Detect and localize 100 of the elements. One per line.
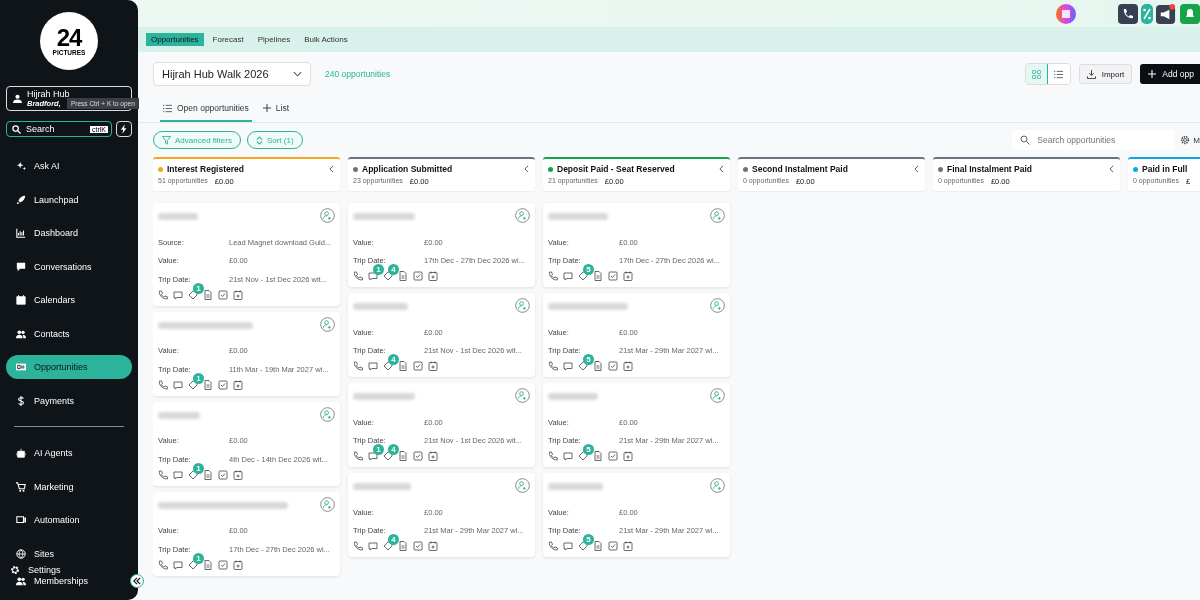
checkbox-icon[interactable] xyxy=(608,271,618,281)
sidebar-item[interactable]: Settings xyxy=(6,563,132,577)
tag-icon[interactable] xyxy=(578,541,588,551)
document-icon[interactable] xyxy=(203,289,213,300)
calendar-icon[interactable] xyxy=(428,361,438,371)
checkbox-icon[interactable] xyxy=(413,361,423,371)
tag-icon[interactable] xyxy=(383,361,393,371)
assign-user-icon[interactable] xyxy=(320,406,335,422)
phone-icon[interactable] xyxy=(158,289,168,300)
document-icon[interactable] xyxy=(593,541,603,551)
tab[interactable]: Bulk Actions xyxy=(299,33,353,46)
tab[interactable]: Opportunities xyxy=(146,33,204,46)
sidebar-item[interactable]: Memberships xyxy=(6,574,132,588)
manage-fields-button[interactable]: M xyxy=(1180,135,1200,145)
sidebar-item[interactable]: Calendars xyxy=(6,288,132,312)
chevron-left-icon[interactable] xyxy=(719,165,724,173)
chat-icon[interactable] xyxy=(173,289,183,300)
document-icon[interactable] xyxy=(203,559,213,570)
calendar-icon[interactable] xyxy=(233,289,243,300)
sidebar-item[interactable]: Contacts xyxy=(6,321,132,346)
chat-icon[interactable] xyxy=(563,361,573,371)
calendar-icon[interactable] xyxy=(428,451,438,461)
list-view-button[interactable] xyxy=(1047,64,1070,84)
phone-icon[interactable] xyxy=(548,271,558,281)
document-icon[interactable] xyxy=(398,361,408,371)
chat-icon[interactable] xyxy=(173,559,183,570)
chat-icon[interactable] xyxy=(563,451,573,461)
tag-icon[interactable] xyxy=(383,451,393,461)
calendar-icon[interactable] xyxy=(623,451,633,461)
quick-action-button[interactable] xyxy=(116,121,132,137)
document-icon[interactable] xyxy=(593,271,603,281)
document-icon[interactable] xyxy=(398,451,408,461)
calendar-icon[interactable] xyxy=(623,271,633,281)
document-icon[interactable] xyxy=(398,541,408,551)
tag-icon[interactable] xyxy=(383,541,393,551)
chevron-left-icon[interactable] xyxy=(914,165,919,173)
checkbox-icon[interactable] xyxy=(218,559,228,570)
tab[interactable]: Forecast xyxy=(207,33,249,46)
chat-icon[interactable] xyxy=(563,541,573,551)
tag-icon[interactable] xyxy=(188,559,198,570)
pipeline-dropdown[interactable]: Hijrah Hub Walk 2026 xyxy=(153,62,311,86)
import-button[interactable]: Import xyxy=(1078,64,1133,84)
phone-icon[interactable] xyxy=(353,541,363,551)
checkbox-icon[interactable] xyxy=(218,379,228,390)
chat-icon[interactable] xyxy=(173,469,183,480)
document-icon[interactable] xyxy=(203,379,213,390)
phone-icon[interactable] xyxy=(548,451,558,461)
megaphone-icon[interactable] xyxy=(1156,3,1177,24)
phone-icon[interactable] xyxy=(158,469,168,480)
calendar-icon[interactable] xyxy=(233,469,243,480)
phone-icon[interactable] xyxy=(353,361,363,371)
phone-icon[interactable] xyxy=(158,559,168,570)
assign-user-icon[interactable] xyxy=(320,496,335,512)
sidebar-item[interactable]: Payments xyxy=(6,388,132,413)
add-opportunity-button[interactable]: Add opp xyxy=(1140,64,1200,84)
calendar-icon[interactable] xyxy=(233,379,243,390)
assign-user-icon[interactable] xyxy=(320,316,335,332)
calendar-icon[interactable] xyxy=(428,541,438,551)
app-logo-icon[interactable] xyxy=(1056,3,1076,24)
phone-icon[interactable] xyxy=(353,271,363,281)
chevron-left-icon[interactable] xyxy=(1109,165,1114,173)
checkbox-icon[interactable] xyxy=(413,541,423,551)
calendar-icon[interactable] xyxy=(233,559,243,570)
chat-icon[interactable] xyxy=(563,271,573,281)
chat-icon[interactable] xyxy=(368,541,378,551)
phone-icon[interactable] xyxy=(548,361,558,371)
tag-icon[interactable] xyxy=(188,379,198,390)
phone-icon[interactable] xyxy=(1118,3,1138,24)
collapse-button[interactable] xyxy=(130,574,144,588)
assign-user-icon[interactable] xyxy=(710,478,725,493)
sidebar-item[interactable]: Automation xyxy=(6,508,132,532)
view-tab[interactable]: List xyxy=(259,96,293,122)
chat-icon[interactable] xyxy=(368,451,378,461)
checkbox-icon[interactable] xyxy=(413,271,423,281)
tag-icon[interactable] xyxy=(578,361,588,371)
checkbox-icon[interactable] xyxy=(608,361,618,371)
assign-user-icon[interactable] xyxy=(710,208,725,223)
sidebar-item[interactable]: Sites xyxy=(6,541,132,566)
calendar-icon[interactable] xyxy=(428,271,438,281)
sidebar-item[interactable]: Marketing xyxy=(6,474,132,499)
tag-icon[interactable] xyxy=(383,271,393,281)
phone-icon[interactable] xyxy=(548,541,558,551)
document-icon[interactable] xyxy=(398,271,408,281)
chat-icon[interactable] xyxy=(368,361,378,371)
checkbox-icon[interactable] xyxy=(608,541,618,551)
sidebar-item[interactable]: Launchpad xyxy=(6,187,132,212)
assign-user-icon[interactable] xyxy=(515,388,530,403)
assign-user-icon[interactable] xyxy=(710,388,725,403)
tab[interactable]: Pipelines xyxy=(252,33,296,46)
sidebar-item[interactable]: Dashboard xyxy=(6,221,132,245)
tag-icon[interactable] xyxy=(188,469,198,480)
tag-icon[interactable] xyxy=(578,451,588,461)
tag-icon[interactable] xyxy=(578,271,588,281)
calendar-icon[interactable] xyxy=(623,541,633,551)
sidebar-item[interactable]: Ask AI xyxy=(6,154,132,178)
phone-icon[interactable] xyxy=(158,379,168,390)
view-tab[interactable]: Open opportunities xyxy=(160,96,252,122)
chat-icon[interactable] xyxy=(368,271,378,281)
document-icon[interactable] xyxy=(593,361,603,371)
chevron-left-icon[interactable] xyxy=(524,165,529,173)
